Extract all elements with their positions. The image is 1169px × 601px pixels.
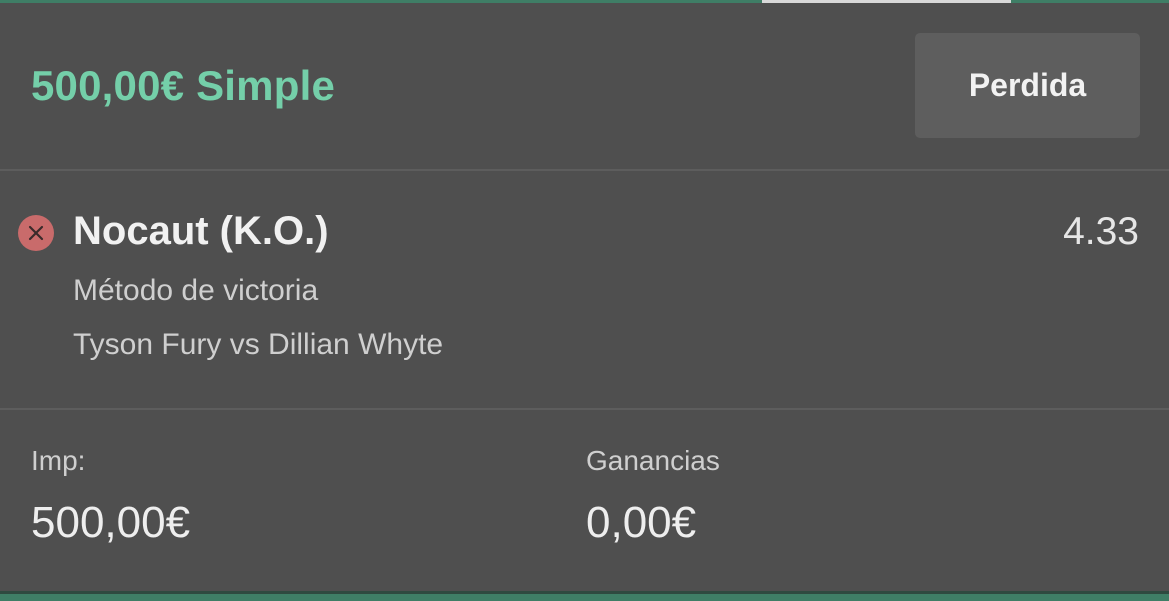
returns-value: 0,00€ xyxy=(586,498,697,547)
selection-odds: 4.33 xyxy=(1063,210,1139,253)
bet-header: 500,00€ Simple Perdida xyxy=(0,3,1169,169)
stake-value: 500,00€ xyxy=(31,498,191,547)
stake-label: Imp: xyxy=(31,445,86,476)
event-name: Tyson Fury vs Dillian Whyte xyxy=(73,328,444,361)
lost-x-icon xyxy=(18,215,54,251)
bet-card: 500,00€ Simple Perdida Nocaut (K.O.) 4.3… xyxy=(0,0,1169,601)
bottom-strip-shadow xyxy=(0,591,1169,594)
bet-selection: Nocaut (K.O.) 4.33 Método de victoria Ty… xyxy=(0,171,1169,408)
market-name: Método de victoria xyxy=(73,274,319,307)
bet-footer: Imp: 500,00€ Ganancias 0,00€ xyxy=(0,410,1169,591)
bet-status-button[interactable]: Perdida xyxy=(915,33,1140,138)
selection-name: Nocaut (K.O.) xyxy=(73,209,329,253)
returns-label: Ganancias xyxy=(586,445,720,476)
bet-title: 500,00€ Simple xyxy=(31,62,335,109)
